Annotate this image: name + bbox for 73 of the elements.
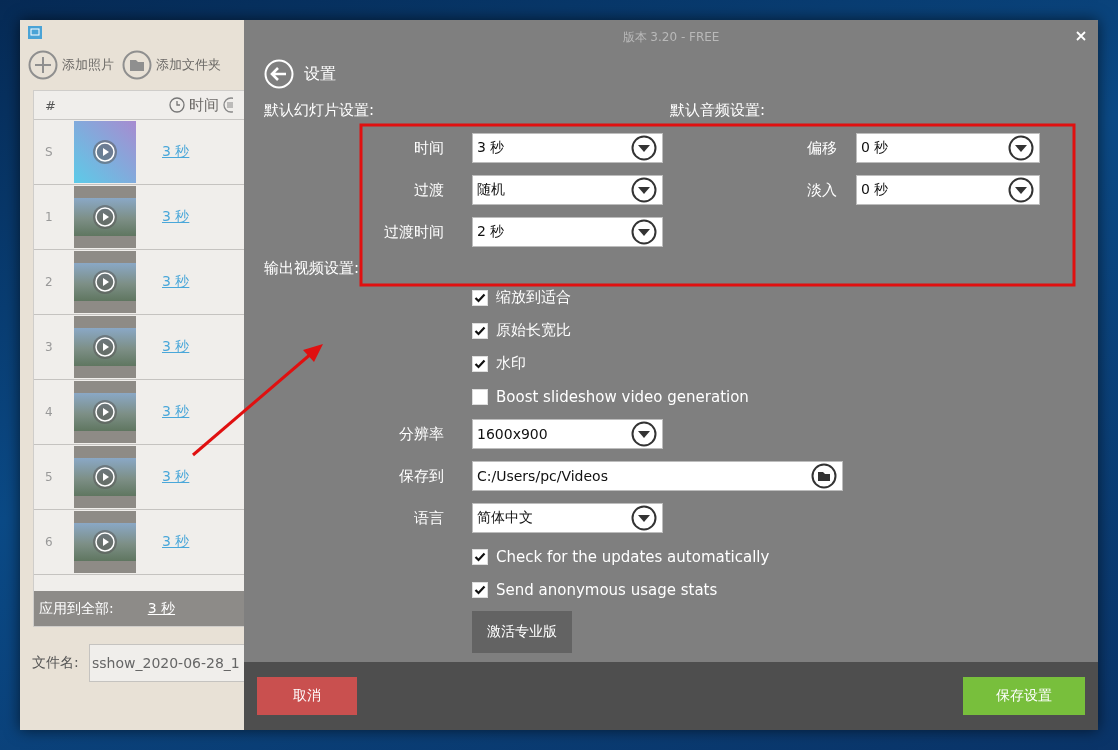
plus-icon xyxy=(28,50,58,80)
checkbox-option[interactable]: 水印 xyxy=(472,347,526,380)
field-label: 时间 xyxy=(413,138,444,158)
add-folder-button[interactable]: 添加文件夹 xyxy=(122,50,221,80)
row-number: S xyxy=(44,145,54,159)
cancel-button[interactable]: 取消 xyxy=(257,677,357,715)
section-heading: 输出视频设置: xyxy=(264,258,360,278)
duration-link[interactable]: 3 秒 xyxy=(162,273,190,291)
duration-link[interactable]: 3 秒 xyxy=(162,208,190,226)
field-label: 分辨率 xyxy=(398,424,444,444)
field-label: 过渡 xyxy=(413,180,444,200)
dropdown[interactable]: 3 秒 xyxy=(472,133,663,163)
check-icon xyxy=(474,551,486,562)
activate-pro-button[interactable]: 激活专业版 xyxy=(472,611,572,653)
app-icon xyxy=(28,25,42,39)
play-icon xyxy=(92,399,118,425)
save-button[interactable]: 保存设置 xyxy=(963,677,1085,715)
field-label: 偏移 xyxy=(806,138,837,158)
play-icon xyxy=(92,269,118,295)
field-label: 过渡时间 xyxy=(383,222,444,242)
column-icon xyxy=(222,97,233,113)
check-icon xyxy=(474,325,486,336)
duration-link[interactable]: 3 秒 xyxy=(162,403,190,421)
duration-link[interactable]: 3 秒 xyxy=(147,599,176,618)
check-icon xyxy=(474,584,486,595)
play-icon xyxy=(92,529,118,555)
folder-icon xyxy=(811,463,837,489)
play-icon xyxy=(92,334,118,360)
checkbox-option[interactable]: Boost slideshow video generation xyxy=(472,380,749,413)
filename-label: 文件名: xyxy=(32,654,80,672)
field-label: 淡入 xyxy=(806,180,837,200)
row-number: 6 xyxy=(44,535,54,549)
clock-icon xyxy=(168,97,185,113)
checkbox-option[interactable]: 缩放到适合 xyxy=(472,281,571,314)
play-icon xyxy=(92,139,118,165)
check-icon xyxy=(474,292,486,303)
row-number: 1 xyxy=(44,210,54,224)
checkbox-option[interactable]: Send anonymous usage stats xyxy=(472,573,718,606)
duration-link[interactable]: 3 秒 xyxy=(162,533,190,551)
row-number: 4 xyxy=(44,405,54,419)
dropdown[interactable]: 2 秒 xyxy=(472,217,663,247)
folder-icon xyxy=(122,50,152,80)
settings-title: 设置 xyxy=(304,63,336,85)
row-number: 5 xyxy=(44,470,54,484)
play-icon xyxy=(92,204,118,230)
check-icon xyxy=(474,358,486,369)
duration-link[interactable]: 3 秒 xyxy=(162,143,190,161)
row-number: 3 xyxy=(44,340,54,354)
checkbox-option[interactable]: 原始长宽比 xyxy=(472,314,571,347)
filename-field[interactable]: sshow_2020-06-28_1 xyxy=(89,644,244,682)
add-photo-button[interactable]: 添加照片 xyxy=(28,50,114,80)
play-icon xyxy=(92,464,118,490)
close-button[interactable] xyxy=(1076,31,1086,41)
section-heading: 默认音频设置: xyxy=(670,100,766,120)
window-title: 版本 3.20 - FREE xyxy=(622,28,720,46)
duration-link[interactable]: 3 秒 xyxy=(162,468,190,486)
path-field[interactable]: C:/Users/pc/Videos xyxy=(472,461,843,491)
field-label: 语言 xyxy=(413,508,444,528)
dropdown[interactable]: 随机 xyxy=(472,175,663,205)
column-header: 时间 xyxy=(188,95,219,115)
column-header: # xyxy=(45,97,56,113)
section-heading: 默认幻灯片设置: xyxy=(264,100,376,120)
dropdown[interactable]: 0 秒 xyxy=(856,133,1040,163)
back-button[interactable] xyxy=(264,59,294,89)
checkbox-option[interactable]: Check for the updates automatically xyxy=(472,540,770,573)
field-label: 保存到 xyxy=(398,466,444,486)
dropdown[interactable]: 0 秒 xyxy=(856,175,1040,205)
apply-all-label: 应用到全部: xyxy=(39,599,114,618)
row-number: 2 xyxy=(44,275,54,289)
dropdown[interactable]: 简体中文 xyxy=(472,503,663,533)
dropdown[interactable]: 1600x900 xyxy=(472,419,663,449)
close-icon xyxy=(1076,31,1086,41)
duration-link[interactable]: 3 秒 xyxy=(162,338,190,356)
